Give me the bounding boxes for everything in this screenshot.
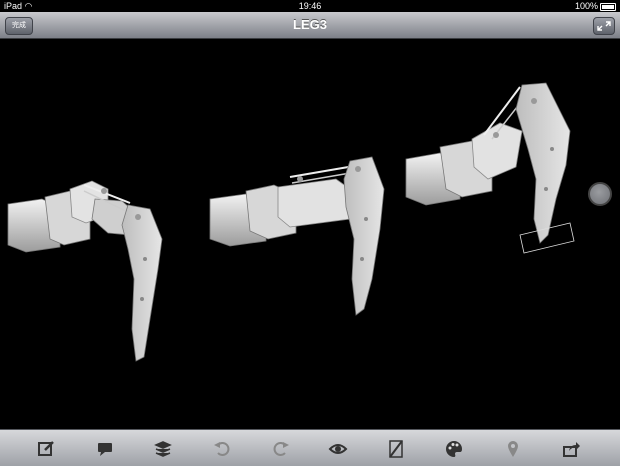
- leg-model-3: [405, 82, 575, 254]
- 3d-viewport[interactable]: [0, 39, 620, 429]
- layers-icon[interactable]: [153, 439, 173, 459]
- leg-model-1: [7, 180, 163, 362]
- status-time: 19:46: [298, 1, 322, 11]
- comment-icon[interactable]: [95, 439, 115, 459]
- fullscreen-button[interactable]: [593, 17, 615, 35]
- status-bar: iPad ◠ 19:46 100%: [0, 0, 620, 12]
- edit-note-icon[interactable]: [36, 439, 56, 459]
- view-eye-icon[interactable]: [328, 439, 348, 459]
- palette-icon[interactable]: [444, 439, 464, 459]
- navigation-bar: 完成 LEG3: [0, 12, 620, 39]
- battery-icon: [600, 2, 616, 11]
- battery-status: 100%: [575, 0, 616, 12]
- bottom-toolbar: [0, 429, 620, 466]
- redo-icon[interactable]: [271, 439, 291, 459]
- location-pin-icon[interactable]: [503, 439, 523, 459]
- share-icon[interactable]: [561, 439, 581, 459]
- orbit-control-button[interactable]: [588, 182, 612, 206]
- model-view: [7, 82, 575, 362]
- page-title: LEG3: [293, 17, 327, 32]
- expand-icon: [597, 21, 611, 31]
- section-icon[interactable]: [386, 439, 406, 459]
- leg-model-2: [209, 156, 385, 316]
- undo-icon[interactable]: [212, 439, 232, 459]
